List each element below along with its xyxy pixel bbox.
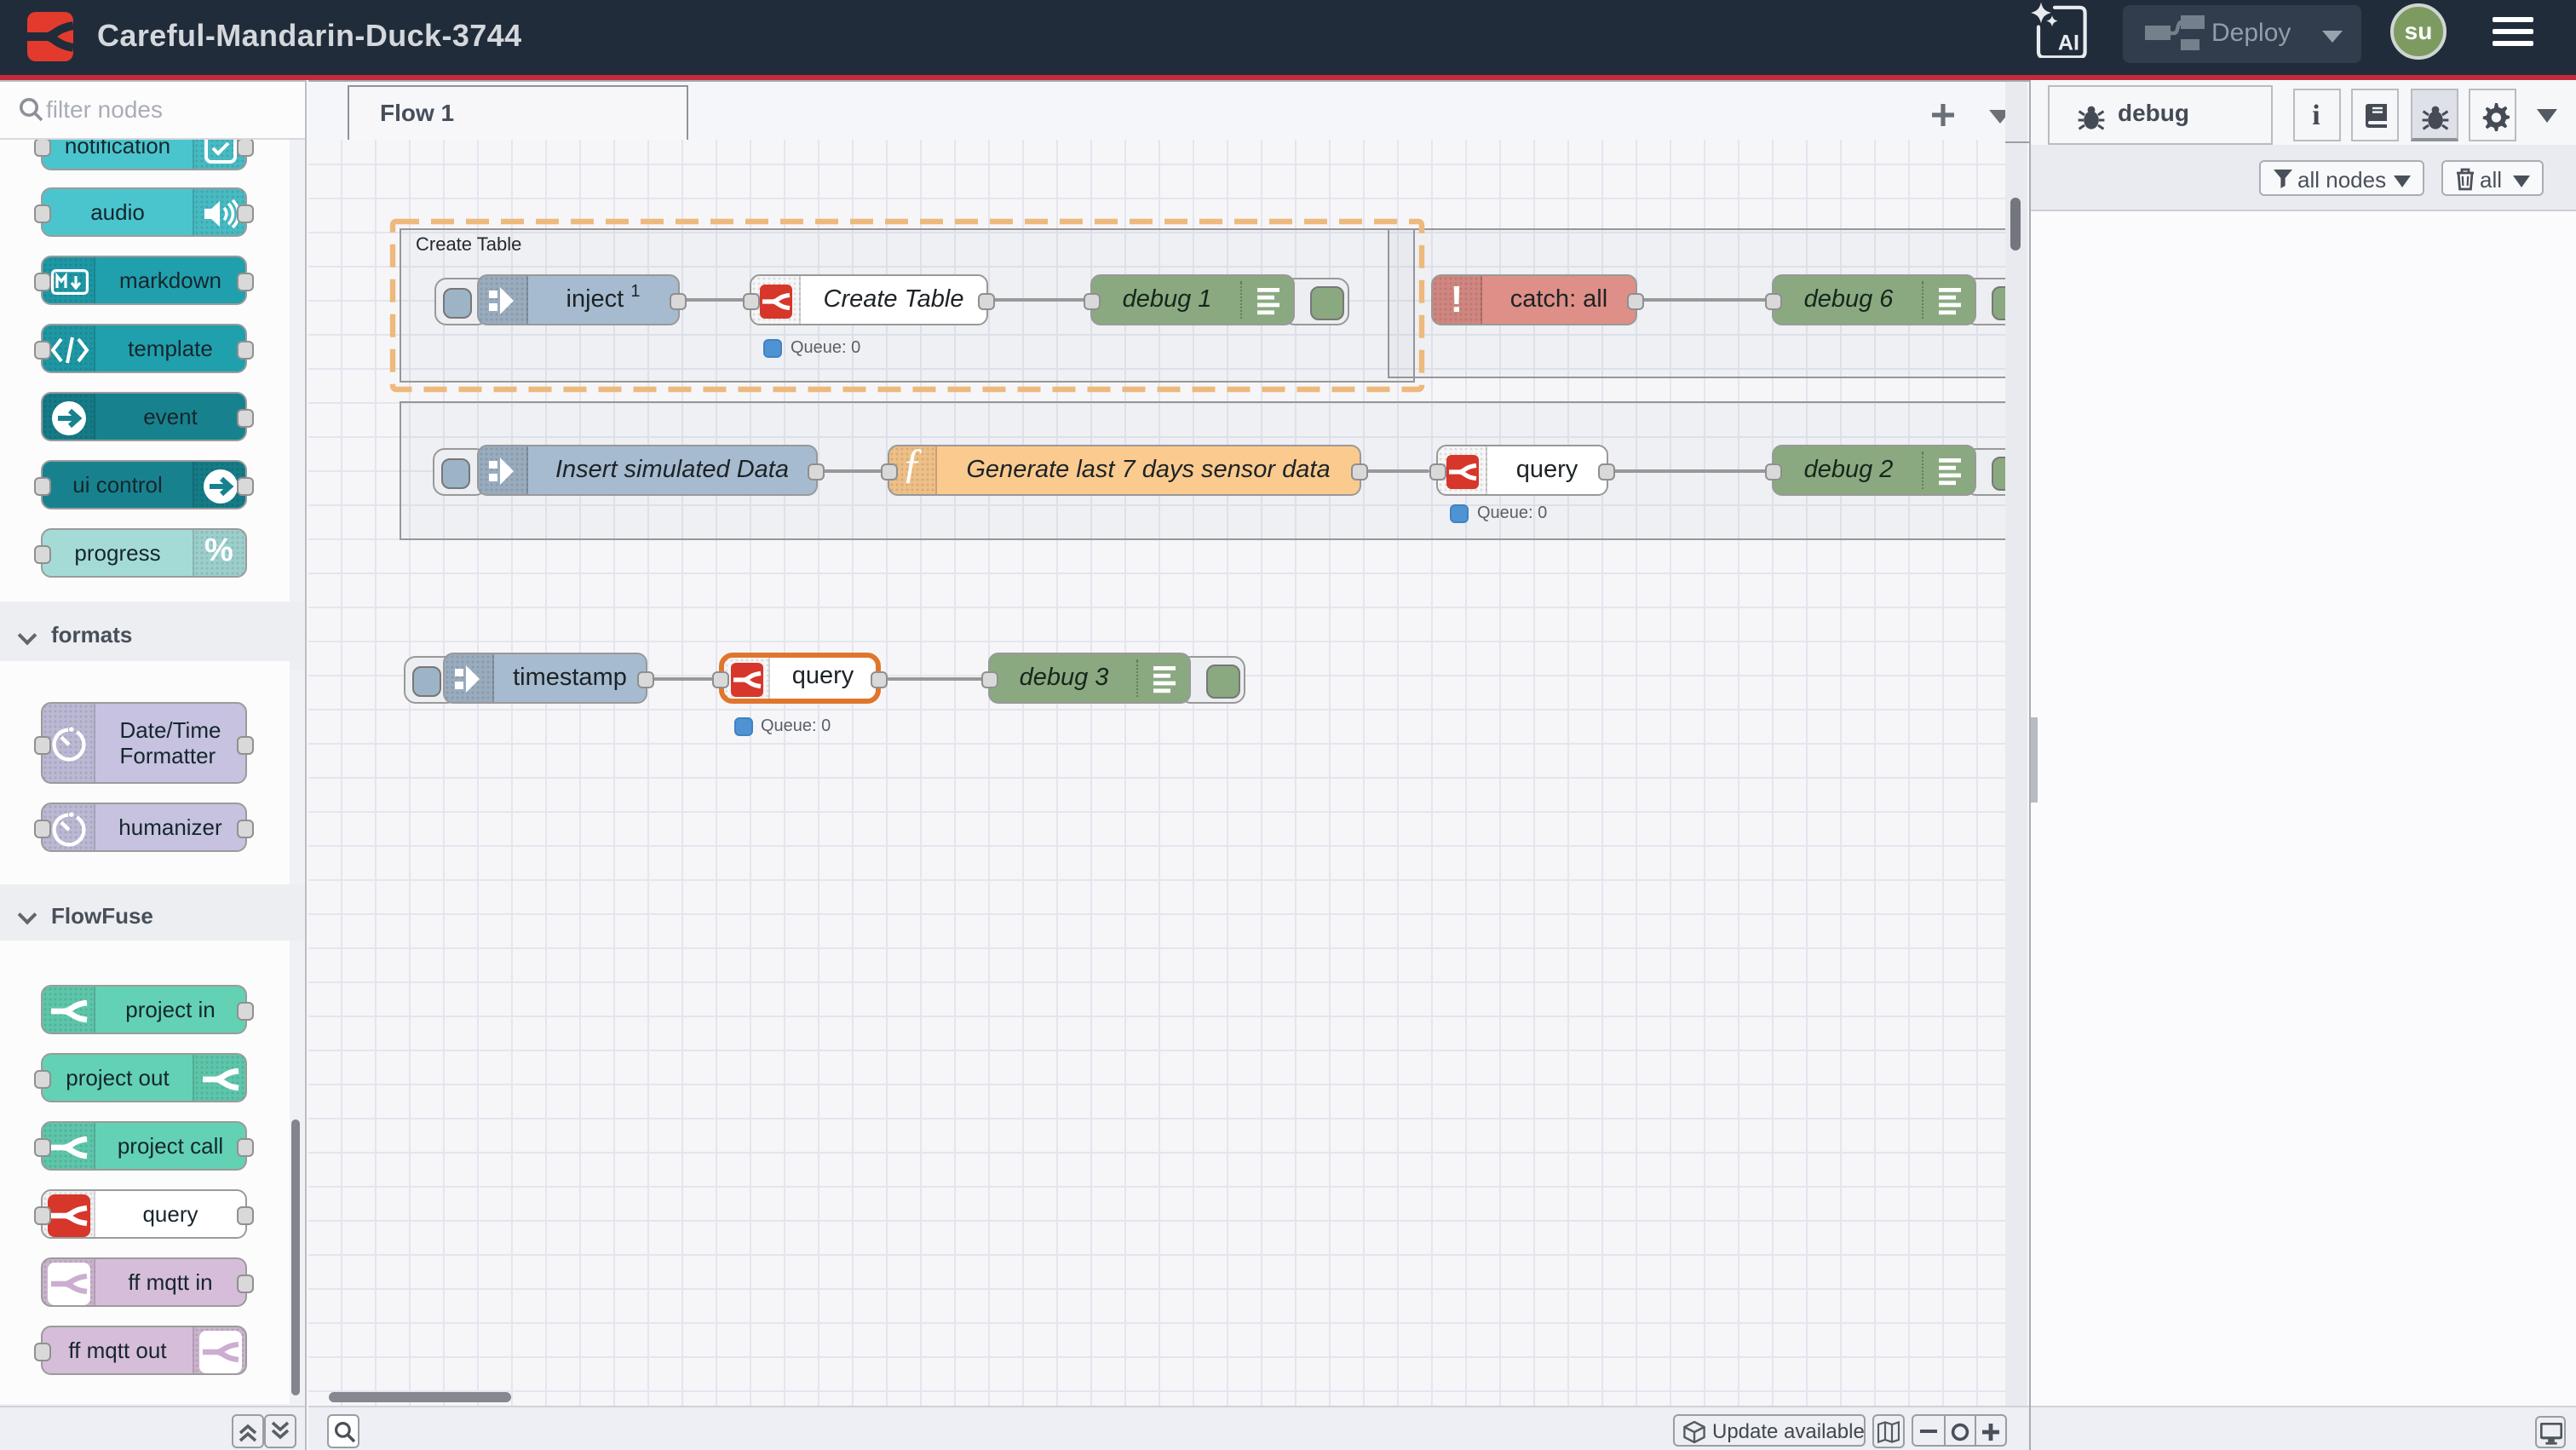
svg-text:AI: AI (2058, 32, 2079, 55)
